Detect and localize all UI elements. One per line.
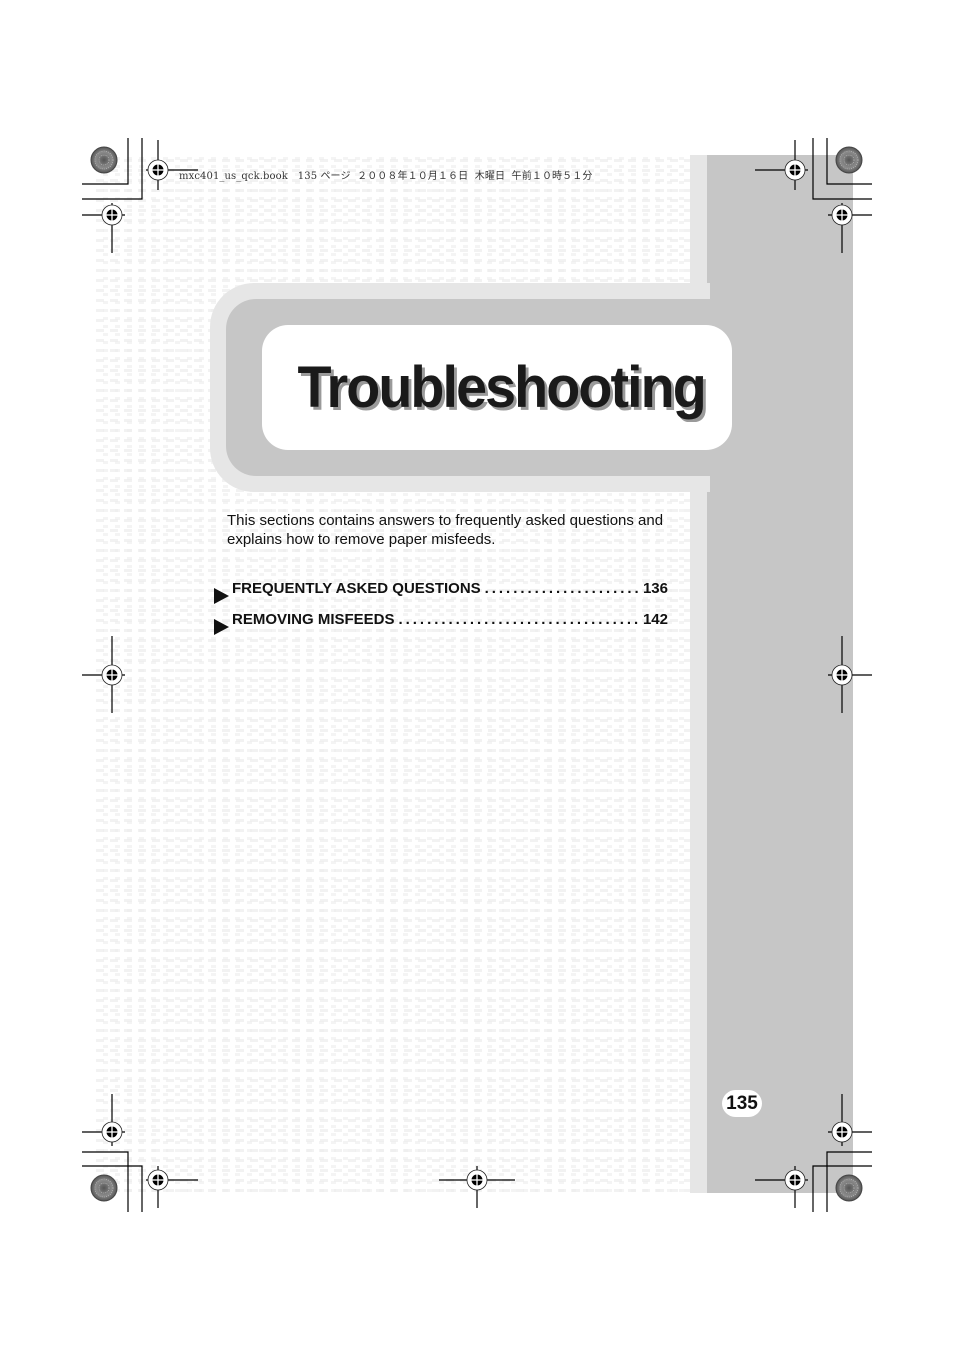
print-header: mxc401_us_qck.book 135 ページ ２００８年１０月１６日 木…	[179, 167, 592, 182]
chapter-title-box: Troubleshooting	[262, 325, 732, 450]
print-time: 午前１０時５１分	[511, 171, 593, 182]
toc-entry-page[interactable]: 142	[643, 611, 668, 628]
triangle-right-icon	[214, 587, 229, 604]
toc-entry-label[interactable]: REMOVING MISFEEDS	[232, 611, 395, 628]
page-number: 135	[722, 1090, 762, 1117]
chapter-title: Troubleshooting	[297, 355, 706, 420]
print-page-ref: 135 ページ	[297, 171, 351, 182]
print-date: ２００８年１０月１６日	[357, 171, 469, 182]
print-weekday: 木曜日	[474, 171, 506, 182]
triangle-right-icon	[214, 618, 229, 635]
toc-leader-dots	[399, 611, 639, 628]
toc-leader-dots	[485, 580, 639, 597]
print-file-name: mxc401_us_qck.book	[179, 171, 288, 182]
chapter-intro: This sections contains answers to freque…	[227, 512, 664, 548]
table-of-contents: FREQUENTLY ASKED QUESTIONS 136 REMOVING …	[214, 580, 668, 642]
toc-entry-page[interactable]: 136	[643, 580, 668, 597]
toc-entry-label[interactable]: FREQUENTLY ASKED QUESTIONS	[232, 580, 481, 597]
chapter-sidebar	[690, 155, 853, 1193]
toc-entry-misfeeds[interactable]: REMOVING MISFEEDS 142	[214, 611, 668, 642]
toc-entry-faq[interactable]: FREQUENTLY ASKED QUESTIONS 136	[214, 580, 668, 611]
